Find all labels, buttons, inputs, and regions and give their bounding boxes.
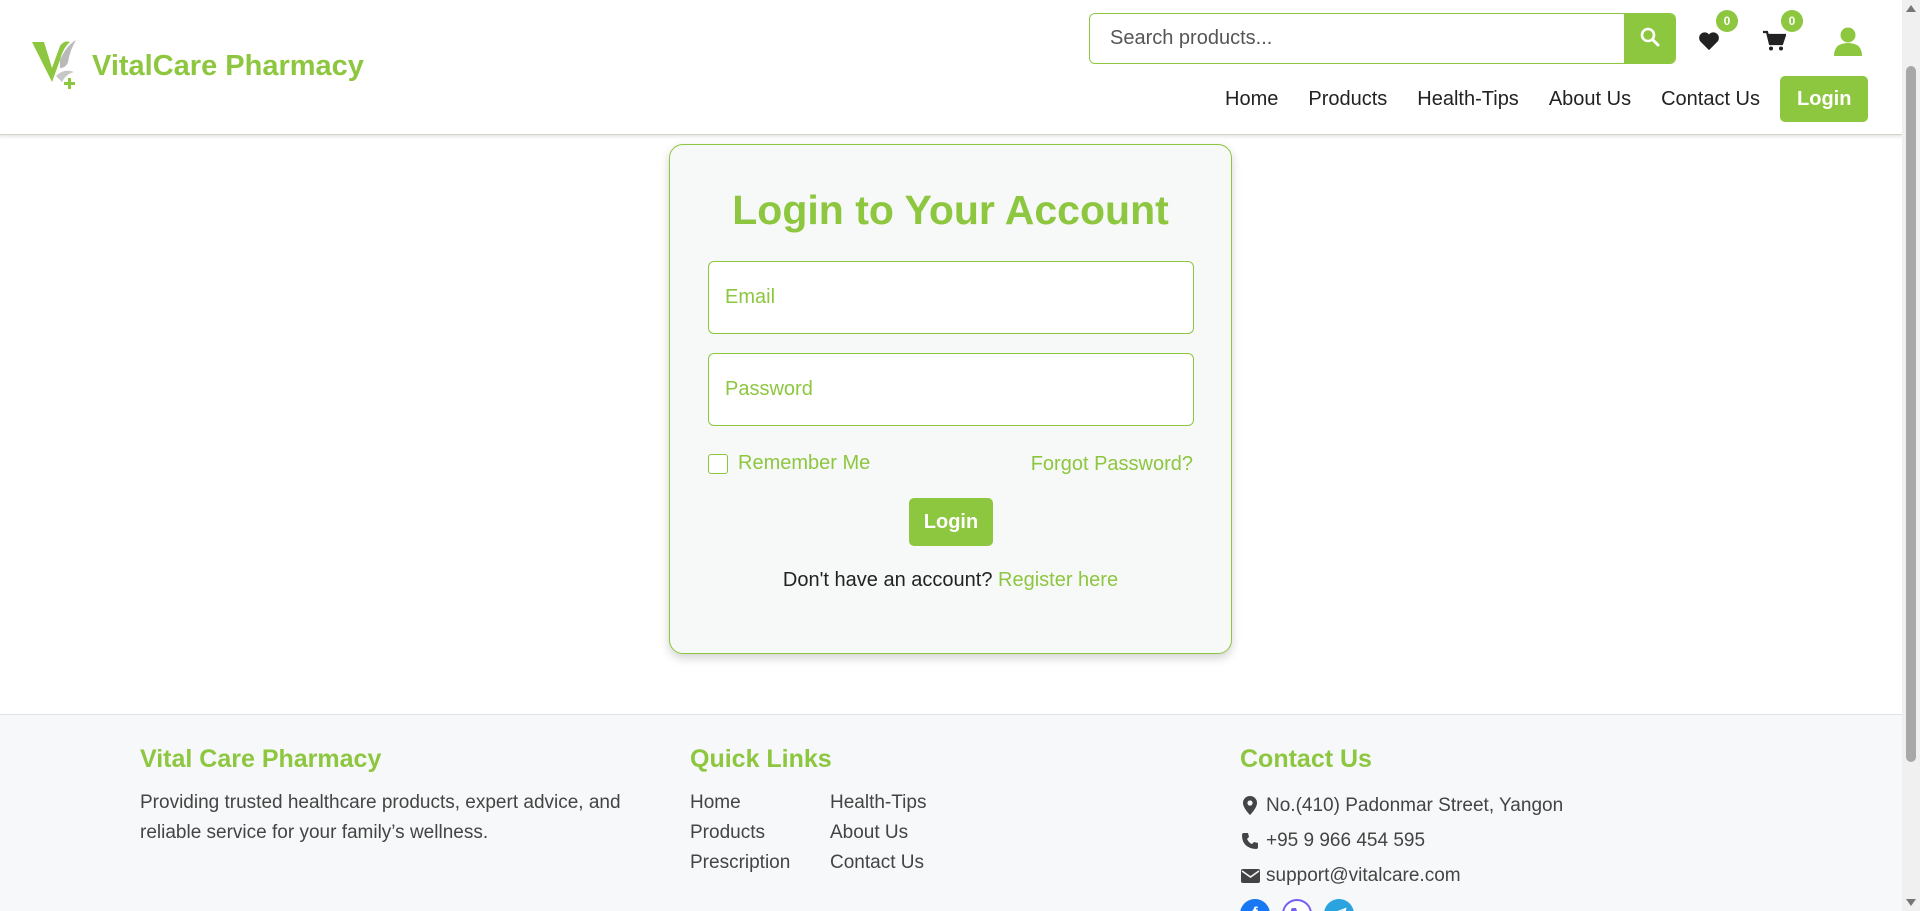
contact-phone: +95 9 966 454 595 (1240, 823, 1740, 858)
remember-me-label: Remember Me (738, 452, 871, 474)
cart-button[interactable]: 0 (1757, 10, 1803, 60)
envelope-icon (1240, 868, 1260, 883)
quick-link-prescription[interactable]: Prescription (690, 848, 830, 878)
nav-home[interactable]: Home (1225, 88, 1278, 111)
register-link[interactable]: Register here (998, 569, 1118, 591)
search-icon (1640, 27, 1660, 50)
footer-quick-links: Quick Links Home Health-Tips Products Ab… (690, 745, 1090, 878)
cart-icon (1762, 30, 1787, 57)
brand-name: VitalCare Pharmacy (92, 50, 364, 82)
search-input[interactable] (1090, 14, 1624, 63)
quick-link-products[interactable]: Products (690, 818, 830, 848)
search-form (1089, 13, 1676, 64)
forgot-password-link[interactable]: Forgot Password? (1031, 453, 1193, 476)
main-nav: Home Products Health-Tips About Us Conta… (1210, 76, 1883, 122)
scroll-thumb[interactable] (1906, 66, 1916, 762)
brand-logo-icon (30, 38, 80, 95)
heart-icon (1698, 31, 1720, 56)
viber-icon[interactable] (1282, 899, 1312, 911)
contact-address: No.(410) Padonmar Street, Yangon (1240, 788, 1740, 823)
quick-link-contact-us[interactable]: Contact Us (830, 848, 970, 878)
footer-about-text: Providing trusted healthcare products, e… (140, 792, 621, 843)
quick-link-health-tips[interactable]: Health-Tips (830, 788, 970, 818)
facebook-icon[interactable]: f (1240, 899, 1270, 911)
nav-about-us[interactable]: About Us (1549, 88, 1631, 111)
site-footer: Vital Care Pharmacy Providing trusted he… (0, 714, 1902, 911)
footer-contact-heading: Contact Us (1240, 745, 1372, 773)
login-card: Login to Your Account Remember Me Forgot… (669, 144, 1232, 654)
contact-address-text: No.(410) Padonmar Street, Yangon (1266, 795, 1564, 816)
nav-health-tips[interactable]: Health-Tips (1417, 88, 1519, 111)
telegram-icon[interactable] (1324, 899, 1354, 911)
page-scrollbar[interactable] (1902, 0, 1920, 911)
wishlist-count-badge: 0 (1716, 10, 1738, 32)
login-title: Login to Your Account (732, 187, 1169, 233)
quick-link-about-us[interactable]: About Us (830, 818, 970, 848)
footer-contact: Contact Us No.(410) Padonmar Street, Yan… (1240, 745, 1740, 911)
quick-link-home[interactable]: Home (690, 788, 830, 818)
search-button[interactable] (1624, 14, 1675, 63)
remember-me-checkbox[interactable] (708, 453, 728, 474)
wishlist-button[interactable]: 0 (1692, 10, 1738, 60)
no-account-text: Don't have an account? (782, 569, 993, 591)
email-field[interactable] (708, 261, 1194, 334)
footer-quick-links-heading: Quick Links (690, 745, 832, 773)
header-login-button[interactable]: Login (1780, 76, 1869, 122)
social-links: f (1240, 899, 1740, 911)
register-prompt: Don't have an account? Register here (670, 569, 1231, 592)
nav-products[interactable]: Products (1308, 88, 1387, 111)
password-field[interactable] (708, 353, 1194, 426)
footer-about-heading: Vital Care Pharmacy (140, 745, 382, 773)
contact-email-text: support@vitalcare.com (1266, 865, 1461, 886)
brand-link[interactable]: VitalCare Pharmacy (30, 38, 364, 95)
quick-links-list: Home Health-Tips Products About Us Presc… (690, 788, 1090, 878)
login-submit-button[interactable]: Login (909, 498, 993, 546)
cart-count-badge: 0 (1781, 10, 1803, 32)
map-marker-icon (1240, 796, 1260, 815)
site-header: VitalCare Pharmacy 0 0 Home Products Hea… (0, 0, 1902, 135)
account-button[interactable] (1831, 26, 1865, 60)
user-icon (1832, 25, 1864, 62)
phone-icon (1240, 832, 1260, 850)
scroll-up-arrow[interactable] (1906, 5, 1916, 12)
remember-me[interactable]: Remember Me (708, 452, 870, 475)
scroll-down-arrow[interactable] (1906, 899, 1916, 906)
contact-phone-text: +95 9 966 454 595 (1266, 830, 1426, 851)
footer-about: Vital Care Pharmacy Providing trusted he… (140, 745, 660, 848)
nav-contact-us[interactable]: Contact Us (1661, 88, 1760, 111)
contact-email: support@vitalcare.com (1240, 858, 1740, 893)
